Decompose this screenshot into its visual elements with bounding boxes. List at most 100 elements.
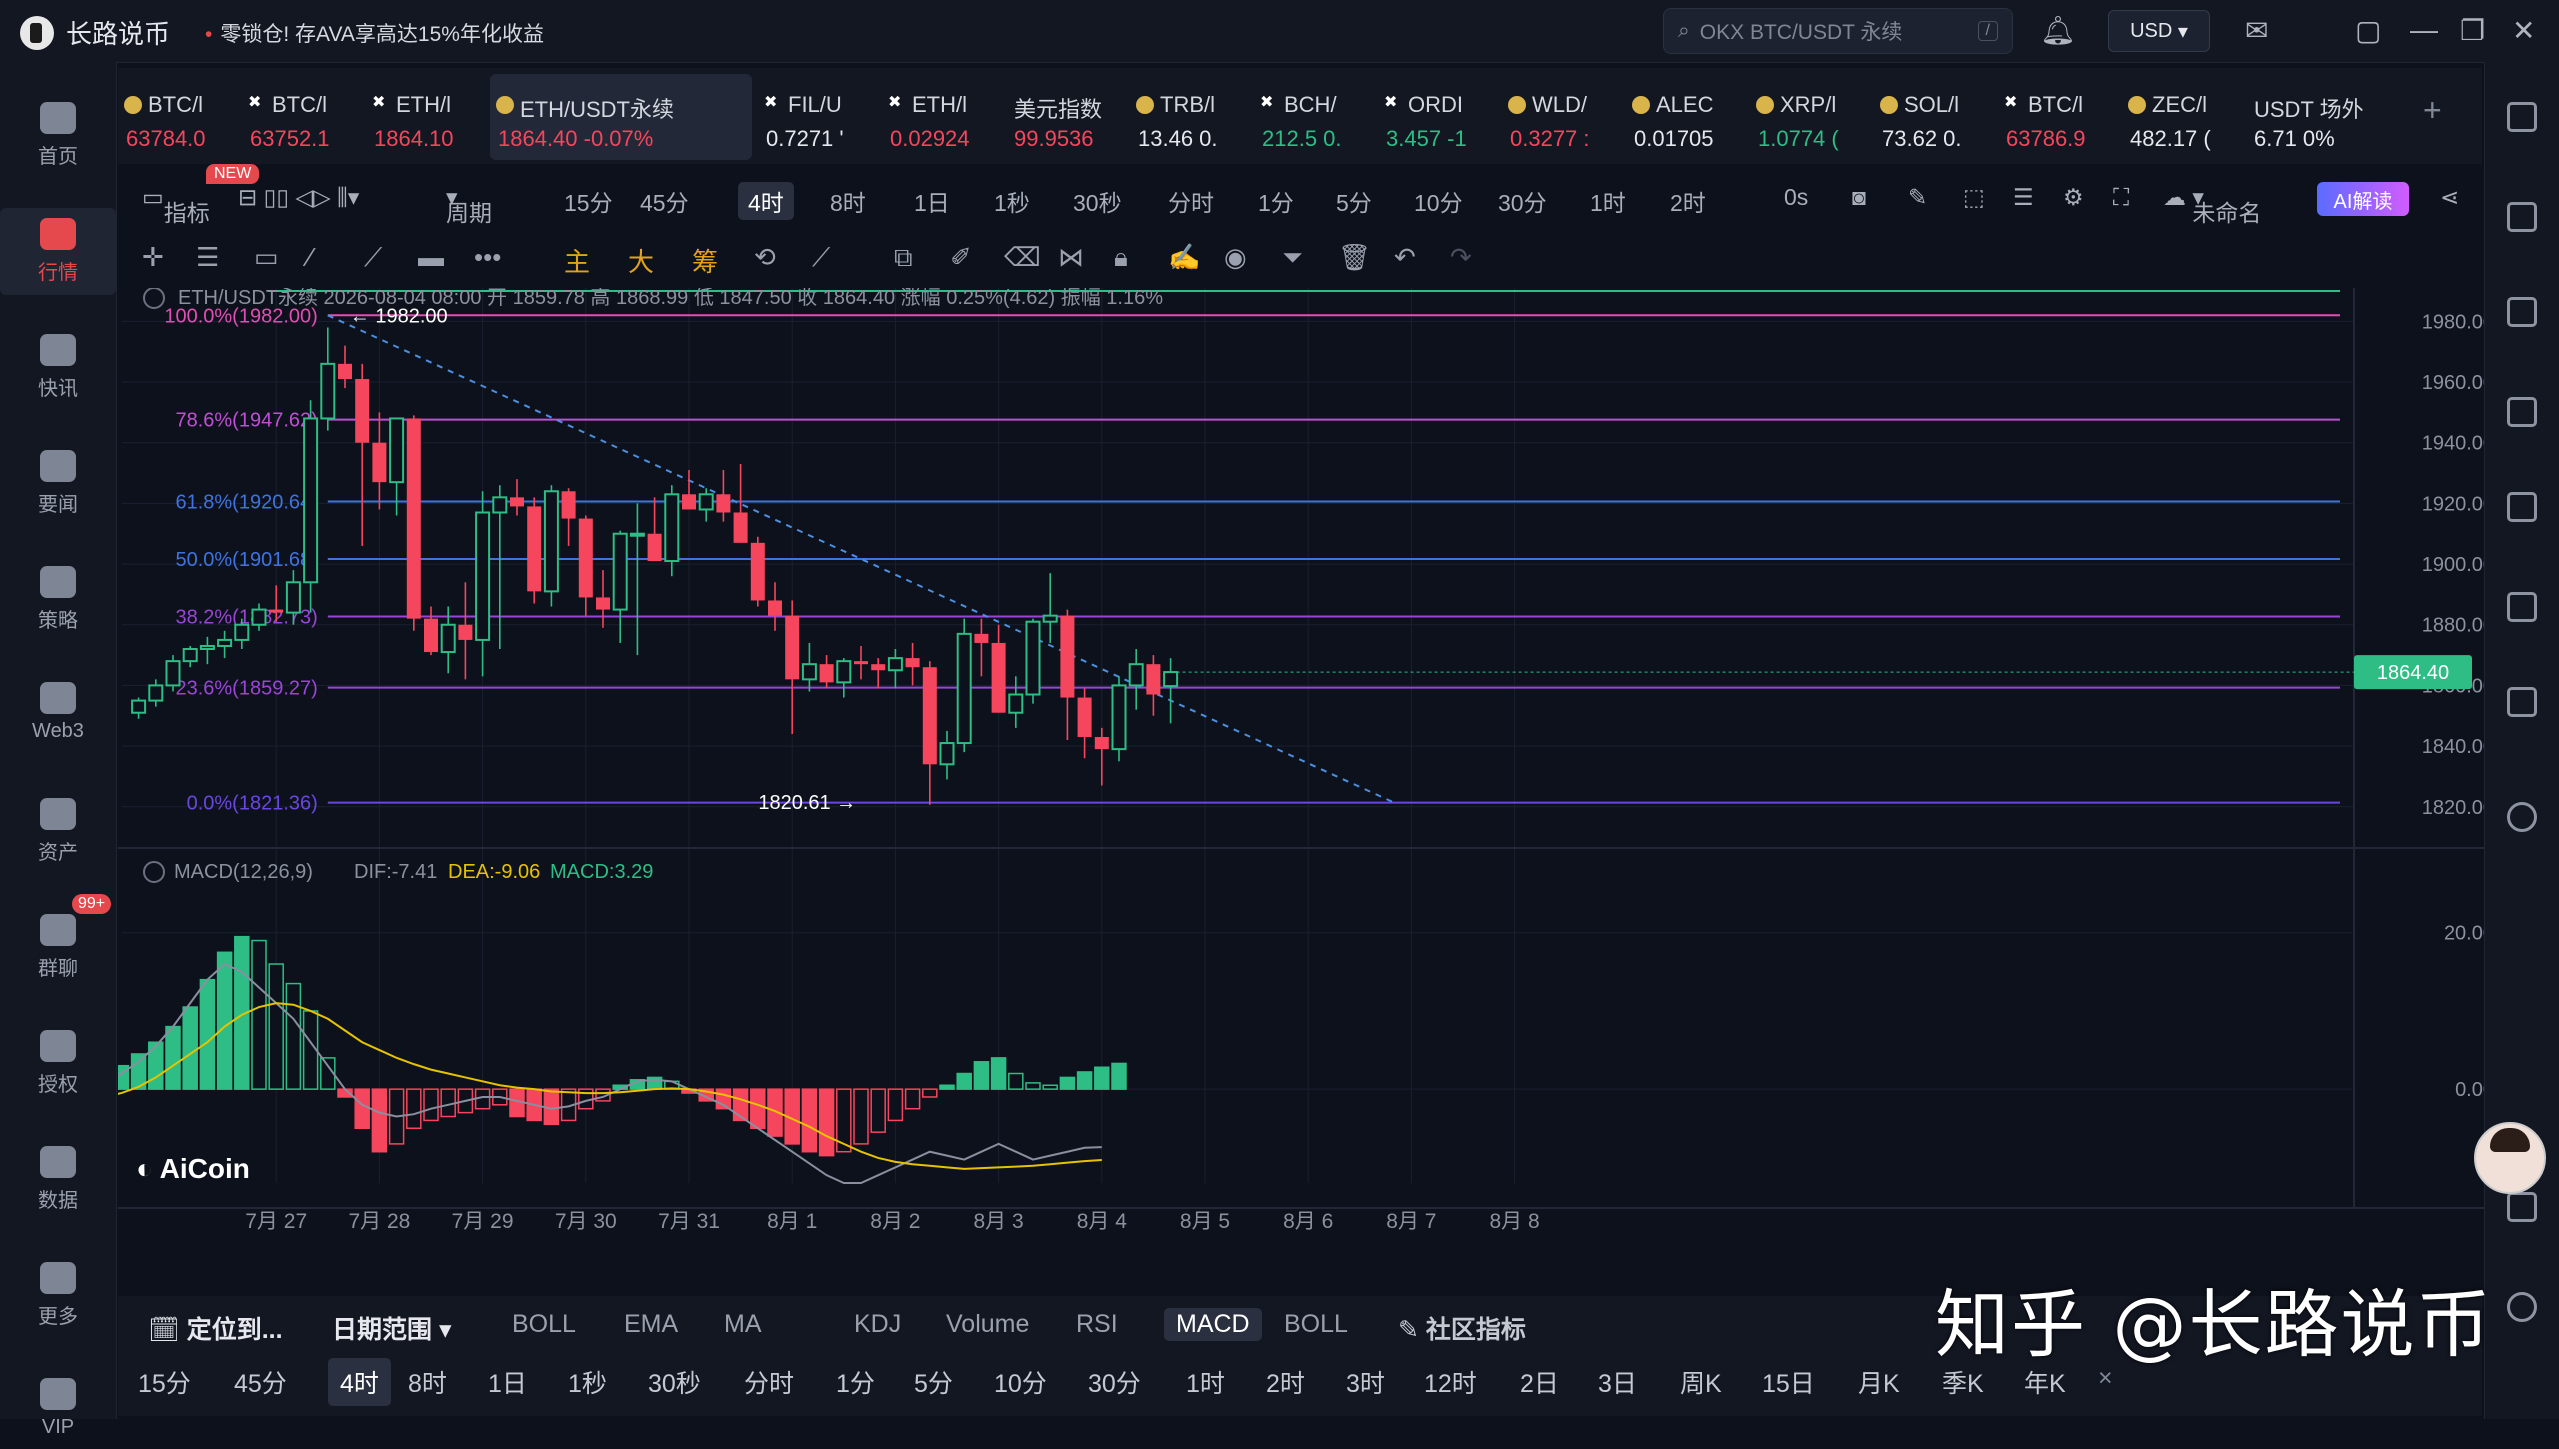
bottom-interval-tab[interactable]: 3时 — [1346, 1364, 1385, 1400]
ticker-item[interactable]: ✖ BTC/l 63786.9 — [1998, 74, 2116, 160]
ticker-item[interactable]: ETH/USDT永续 1864.40 -0.07% — [490, 74, 752, 160]
nav-item-4[interactable]: 策略 — [0, 556, 116, 643]
assistant-avatar[interactable] — [2474, 1122, 2546, 1194]
camera-icon[interactable]: ◙ — [1852, 184, 1866, 211]
undo-icon[interactable]: ↶ — [1394, 242, 1416, 273]
measure-icon[interactable]: ⟋ — [812, 242, 830, 274]
promo-banner[interactable]: • 零锁仓! 存AVA享高达15%年化收益 — [205, 18, 544, 48]
interval-tab[interactable]: 1日 — [914, 184, 950, 218]
indicator-tab[interactable]: EMA — [624, 1310, 678, 1339]
bottom-interval-tab[interactable]: 分时 — [744, 1364, 794, 1400]
menu-icon[interactable]: ☰ — [196, 242, 219, 273]
ruler-icon[interactable]: ▬ — [418, 242, 444, 273]
indicator-button[interactable]: ▭ 指标 — [142, 184, 210, 226]
locate-button[interactable]: 🗓︎ 定位到... — [148, 1310, 283, 1346]
bottom-interval-tab[interactable]: 2时 — [1266, 1364, 1305, 1400]
ticker-item[interactable]: ✖ ORDI 3.457 -1 — [1378, 74, 1496, 160]
nav-item-9[interactable]: 数据 — [0, 1136, 116, 1223]
nav-item-3[interactable]: 要闻 — [0, 440, 116, 527]
interval-tab[interactable]: 1时 — [1590, 184, 1626, 218]
more-icon[interactable]: ••• — [474, 242, 501, 273]
bottom-interval-tab[interactable]: 10分 — [994, 1364, 1047, 1400]
interval-tab[interactable]: 8时 — [830, 184, 866, 218]
bottom-interval-tab[interactable]: 30分 — [1088, 1364, 1141, 1400]
bottom-interval-tab[interactable]: 3日 — [1598, 1364, 1637, 1400]
nav-item-1[interactable]: 行情 — [0, 208, 116, 295]
indicator-tab[interactable]: RSI — [1076, 1310, 1118, 1339]
bottom-interval-tab[interactable]: 2日 — [1520, 1364, 1559, 1400]
line-icon[interactable]: ⁄ — [308, 242, 312, 273]
brand[interactable]: 长路说币 — [20, 14, 170, 51]
ticker-item[interactable]: ✖ ETH/l 0.02924 — [882, 74, 1000, 160]
trash-icon[interactable]: 🗑︎ — [1338, 242, 1371, 273]
minimize-icon[interactable]: — — [2410, 14, 2438, 46]
interval-tab[interactable]: 2时 — [1670, 184, 1706, 218]
ticker-item[interactable]: BTC/l 63784.0 — [118, 74, 236, 160]
monitor-icon[interactable] — [2507, 492, 2537, 522]
interval-tab[interactable]: 4时 — [738, 182, 794, 220]
fullscreen-icon[interactable]: ⛶ — [2113, 184, 2129, 211]
bottom-interval-tab[interactable]: 30秒 — [648, 1364, 701, 1400]
big-tool[interactable]: 大 — [628, 242, 654, 279]
ai-interpret-button[interactable]: AI解读 — [2317, 182, 2409, 216]
ticker-item[interactable]: ✖ ETH/l 1864.10 — [366, 74, 484, 160]
bottom-interval-tab[interactable]: 1秒 — [568, 1364, 607, 1400]
interval-tab[interactable]: 15分 — [564, 184, 613, 218]
share-icon[interactable]: ⋖ — [2440, 184, 2459, 211]
chips-tool[interactable]: 筹 — [692, 242, 718, 279]
bottom-interval-tab[interactable]: 月K — [1858, 1364, 1900, 1400]
nav-item-2[interactable]: 快讯 — [0, 324, 116, 411]
community-indicator-button[interactable]: ✎ 社区指标 — [1398, 1310, 1526, 1346]
add-ticker-icon[interactable]: + — [2423, 92, 2442, 129]
nav-item-6[interactable]: 资产 — [0, 788, 116, 875]
bottom-interval-tab[interactable]: 15分 — [138, 1364, 191, 1400]
interval-tab[interactable]: 30分 — [1498, 184, 1547, 218]
ticker-item[interactable]: XRP/l 1.0774 ( — [1750, 74, 1868, 160]
indicator-tab[interactable]: BOLL — [1284, 1310, 1348, 1339]
interval-tab[interactable]: 5分 — [1336, 184, 1372, 218]
bottom-interval-tab[interactable]: 8时 — [408, 1364, 447, 1400]
depth-icon[interactable] — [2507, 397, 2537, 427]
lock-icon[interactable]: 🔒︎ — [1114, 242, 1128, 274]
interval-tab[interactable]: 1分 — [1258, 184, 1294, 218]
nav-item-7[interactable]: 群聊 99+ — [0, 894, 116, 991]
bottom-interval-tab[interactable]: 1分 — [836, 1364, 875, 1400]
trade-icon[interactable] — [2507, 297, 2537, 327]
interval-tab[interactable]: 1秒 — [994, 184, 1030, 218]
bottom-interval-tab[interactable]: 4时 — [328, 1358, 391, 1406]
brush-icon[interactable]: ✐ — [950, 242, 972, 273]
bottom-interval-tab[interactable]: 5分 — [914, 1364, 953, 1400]
redo-icon[interactable]: ↷ — [1450, 242, 1472, 273]
ticker-item[interactable]: ✖ BTC/l 63752.1 — [242, 74, 360, 160]
ray-icon[interactable]: ⟋ — [364, 242, 382, 274]
orderbook-icon[interactable] — [2507, 202, 2537, 232]
pen-icon[interactable]: ✎ — [1908, 184, 1927, 211]
ticker-item[interactable]: WLD/0.3277 : — [1502, 74, 1620, 160]
eye-icon[interactable]: ◉ — [1224, 242, 1247, 273]
window-pin-icon[interactable]: ▢ — [2355, 14, 2381, 47]
list-icon[interactable]: ☰ — [2013, 184, 2034, 211]
template-dropdown[interactable]: ☁ 未命名 ▾ — [2163, 184, 2261, 226]
interval-tab[interactable]: 45分 — [640, 184, 689, 218]
search-input[interactable]: OKX BTC/USDT 永续 — [1700, 16, 1903, 46]
indicator-tab[interactable]: MACD — [1164, 1308, 1262, 1341]
bottom-interval-tab[interactable]: 45分 — [234, 1364, 287, 1400]
nav-item-10[interactable]: 更多 — [0, 1252, 116, 1339]
indicator-tab[interactable]: Volume — [946, 1310, 1029, 1339]
filter-icon[interactable]: ⏷ — [1282, 242, 1303, 274]
indicator-tab[interactable]: KDJ — [854, 1310, 901, 1339]
ticker-item[interactable]: 美元指数 99.9536 — [1006, 74, 1124, 160]
magnet-icon[interactable]: ⋈ — [1058, 242, 1084, 273]
indicator-tab[interactable]: BOLL — [512, 1310, 576, 1339]
support-icon[interactable] — [2507, 1292, 2537, 1322]
bell-icon[interactable]: 🔔︎ — [2040, 14, 2076, 47]
swap-icon[interactable] — [2507, 802, 2537, 832]
crosshair-icon[interactable]: ✛ — [142, 242, 164, 273]
interval-tab[interactable]: 10分 — [1414, 184, 1463, 218]
indicator-tab[interactable]: MA — [724, 1310, 762, 1339]
bottom-interval-tab[interactable]: 12时 — [1424, 1364, 1477, 1400]
nav-item-8[interactable]: 授权 — [0, 1020, 116, 1107]
nav-item-5[interactable]: Web3 — [0, 672, 116, 753]
kline-chart[interactable]: 1820.001840.001860.001880.001900.001920.… — [118, 288, 2484, 1280]
bottom-interval-tab[interactable]: 1日 — [488, 1364, 527, 1400]
